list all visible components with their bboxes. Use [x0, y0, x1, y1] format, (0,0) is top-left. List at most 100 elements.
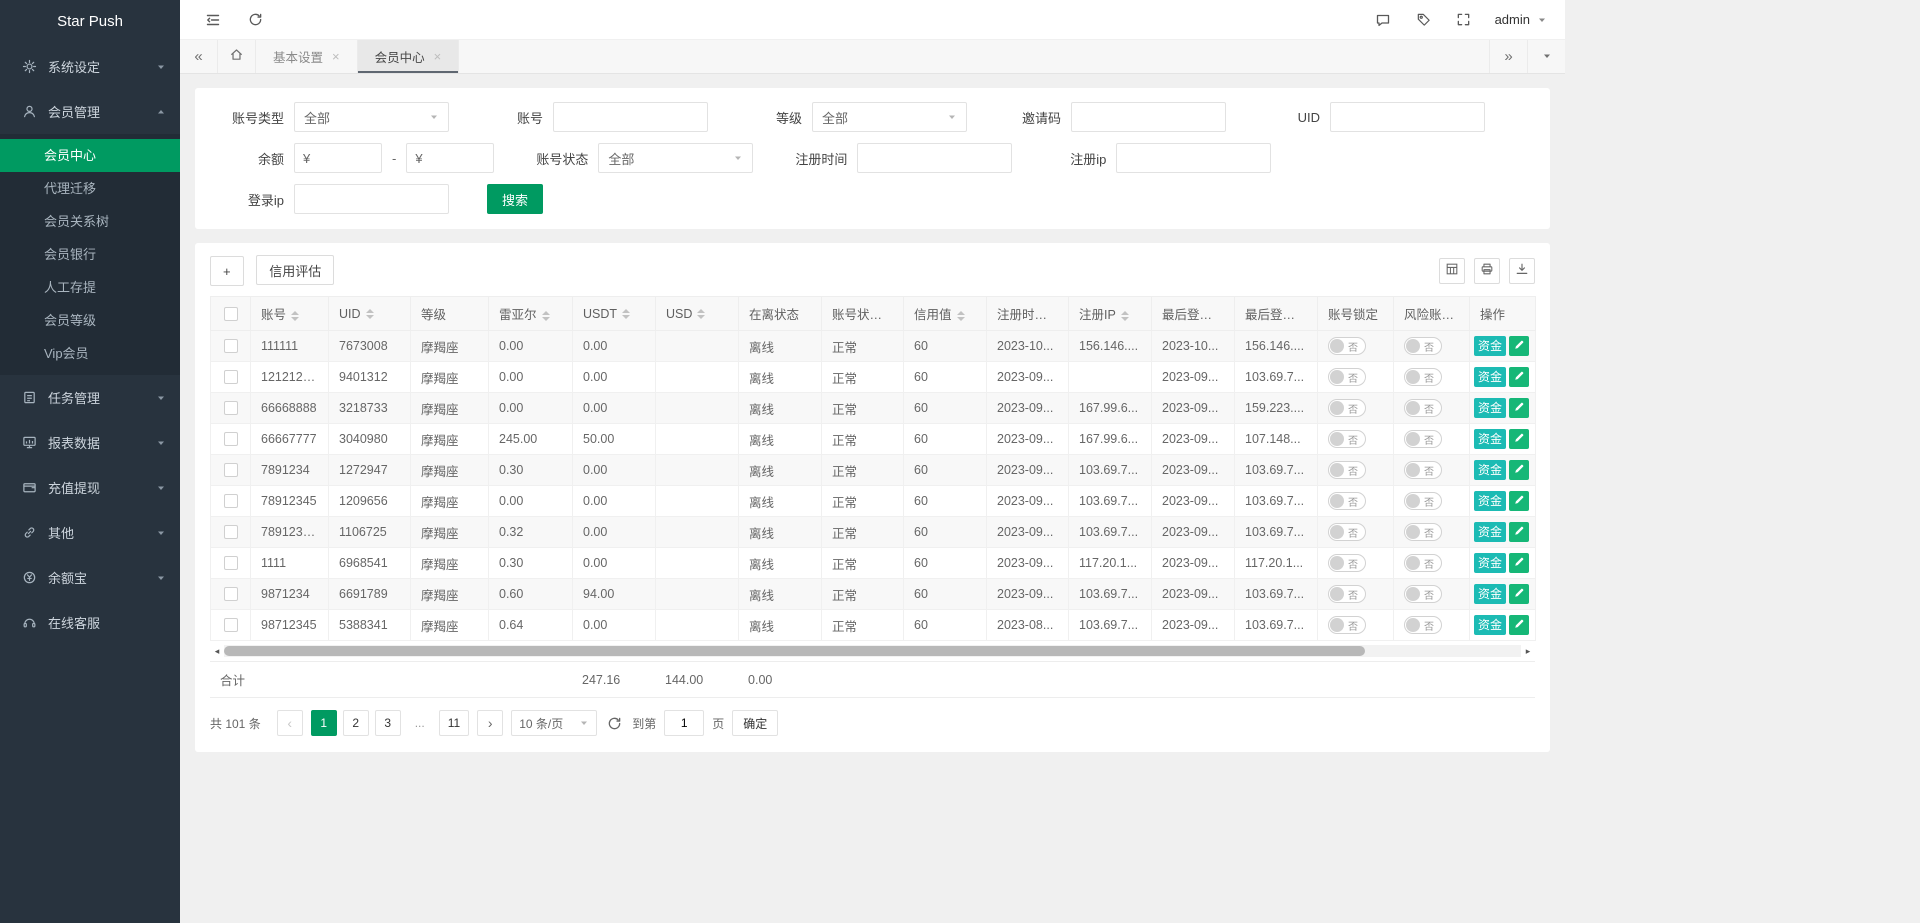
fund-button[interactable]: 资金	[1474, 398, 1506, 418]
sort-icon[interactable]	[291, 311, 299, 321]
fund-button[interactable]: 资金	[1474, 336, 1506, 356]
risk-toggle[interactable]: 否	[1404, 399, 1442, 417]
row-checkbox[interactable]	[224, 432, 238, 446]
edit-button[interactable]	[1509, 553, 1529, 573]
balance-min-input[interactable]	[316, 150, 373, 167]
sidebar-menu-task-management[interactable]: 任务管理	[0, 375, 180, 420]
lock-toggle[interactable]: 否	[1328, 554, 1366, 572]
balance-min-field[interactable]: ¥	[294, 143, 382, 173]
page-size-select[interactable]: 10 条/页	[511, 710, 597, 736]
row-checkbox[interactable]	[224, 494, 238, 508]
risk-toggle[interactable]: 否	[1404, 461, 1442, 479]
risk-toggle[interactable]: 否	[1404, 492, 1442, 510]
message-icon[interactable]	[1375, 12, 1391, 28]
page-button-11[interactable]: 11	[439, 710, 469, 736]
edit-button[interactable]	[1509, 522, 1529, 542]
sort-icon[interactable]	[1310, 311, 1317, 321]
column-header-reg_ip[interactable]: 注册IP	[1069, 297, 1152, 331]
sort-icon[interactable]	[957, 311, 965, 321]
refresh-icon[interactable]	[607, 716, 622, 731]
scrollbar-thumb[interactable]	[224, 646, 1365, 656]
print-button[interactable]	[1474, 258, 1500, 284]
lock-toggle[interactable]: 否	[1328, 399, 1366, 417]
risk-toggle[interactable]: 否	[1404, 430, 1442, 448]
close-icon[interactable]: ×	[332, 49, 340, 64]
reg-ip-input[interactable]	[1116, 143, 1271, 173]
level-select[interactable]: 全部	[812, 102, 967, 132]
sidebar-menu-online-service[interactable]: 在线客服	[0, 600, 180, 645]
fund-button[interactable]: 资金	[1474, 491, 1506, 511]
column-header-credit[interactable]: 信用值	[904, 297, 987, 331]
select-all-checkbox[interactable]	[224, 307, 238, 321]
risk-toggle[interactable]: 否	[1404, 368, 1442, 386]
sort-icon[interactable]	[697, 309, 705, 319]
column-header-status[interactable]: 账号状态...	[822, 297, 904, 331]
column-header-real[interactable]: 雷亚尔	[489, 297, 573, 331]
row-checkbox[interactable]	[224, 525, 238, 539]
fund-button[interactable]: 资金	[1474, 367, 1506, 387]
sidebar-menu-yuebao[interactable]: 余额宝	[0, 555, 180, 600]
lock-toggle[interactable]: 否	[1328, 461, 1366, 479]
sidebar-menu-member-management[interactable]: 会员管理	[0, 89, 180, 134]
invite-code-input[interactable]	[1071, 102, 1226, 132]
sidebar-item-vip-member[interactable]: Vip会员	[0, 337, 180, 370]
sort-icon[interactable]	[366, 309, 374, 319]
column-header-account[interactable]: 账号	[251, 297, 329, 331]
fund-button[interactable]: 资金	[1474, 615, 1506, 635]
edit-button[interactable]	[1509, 429, 1529, 449]
export-button[interactable]	[1509, 258, 1535, 284]
sidebar-item-member-level[interactable]: 会员等级	[0, 304, 180, 337]
tabs-scroll-right-button[interactable]: »	[1489, 40, 1527, 73]
risk-toggle[interactable]: 否	[1404, 523, 1442, 541]
page-button-2[interactable]: 2	[343, 710, 369, 736]
row-checkbox[interactable]	[224, 370, 238, 384]
sidebar-menu-other[interactable]: 其他	[0, 510, 180, 555]
row-checkbox[interactable]	[224, 401, 238, 415]
tab-member-center[interactable]: 会员中心 ×	[358, 40, 460, 73]
sort-icon[interactable]	[542, 311, 550, 321]
account-status-select[interactable]: 全部	[598, 143, 753, 173]
tab-basic-settings[interactable]: 基本设置 ×	[256, 40, 358, 73]
close-icon[interactable]: ×	[434, 49, 442, 64]
goto-page-input[interactable]	[664, 710, 704, 736]
menu-fold-icon[interactable]	[205, 12, 221, 28]
sidebar-menu-recharge-withdraw[interactable]: 充值提现	[0, 465, 180, 510]
scrollbar-track[interactable]	[224, 645, 1521, 657]
sidebar-item-member-bank[interactable]: 会员银行	[0, 238, 180, 271]
row-checkbox[interactable]	[224, 556, 238, 570]
sort-icon[interactable]	[622, 309, 630, 319]
lock-toggle[interactable]: 否	[1328, 616, 1366, 634]
lock-toggle[interactable]: 否	[1328, 368, 1366, 386]
sort-icon[interactable]	[1062, 311, 1068, 321]
risk-toggle[interactable]: 否	[1404, 337, 1442, 355]
sidebar-menu-system-settings[interactable]: 系统设定	[0, 44, 180, 89]
column-header-usdt[interactable]: USDT	[573, 297, 656, 331]
home-tab[interactable]	[218, 40, 256, 73]
scroll-right-arrow[interactable]: ▸	[1521, 644, 1535, 658]
column-header-uid[interactable]: UID	[329, 297, 411, 331]
search-button[interactable]: 搜索	[487, 184, 543, 214]
fund-button[interactable]: 资金	[1474, 460, 1506, 480]
sort-icon[interactable]	[1227, 311, 1234, 321]
balance-max-input[interactable]	[429, 150, 486, 167]
lock-toggle[interactable]: 否	[1328, 492, 1366, 510]
row-checkbox[interactable]	[224, 339, 238, 353]
lock-toggle[interactable]: 否	[1328, 585, 1366, 603]
sidebar-item-member-relation-tree[interactable]: 会员关系树	[0, 205, 180, 238]
refresh-icon[interactable]	[248, 12, 263, 27]
columns-filter-button[interactable]	[1439, 258, 1465, 284]
fund-button[interactable]: 资金	[1474, 522, 1506, 542]
risk-toggle[interactable]: 否	[1404, 554, 1442, 572]
edit-button[interactable]	[1509, 460, 1529, 480]
uid-input[interactable]	[1330, 102, 1485, 132]
row-checkbox[interactable]	[224, 463, 238, 477]
lock-toggle[interactable]: 否	[1328, 430, 1366, 448]
sidebar-menu-report-data[interactable]: 报表数据	[0, 420, 180, 465]
sort-icon[interactable]	[1121, 311, 1129, 321]
column-header-last_ip[interactable]: 最后登录...	[1235, 297, 1318, 331]
row-checkbox[interactable]	[224, 587, 238, 601]
balance-max-field[interactable]: ¥	[406, 143, 494, 173]
next-page-button[interactable]: ›	[477, 710, 503, 736]
edit-button[interactable]	[1509, 367, 1529, 387]
page-button-1[interactable]: 1	[311, 710, 337, 736]
